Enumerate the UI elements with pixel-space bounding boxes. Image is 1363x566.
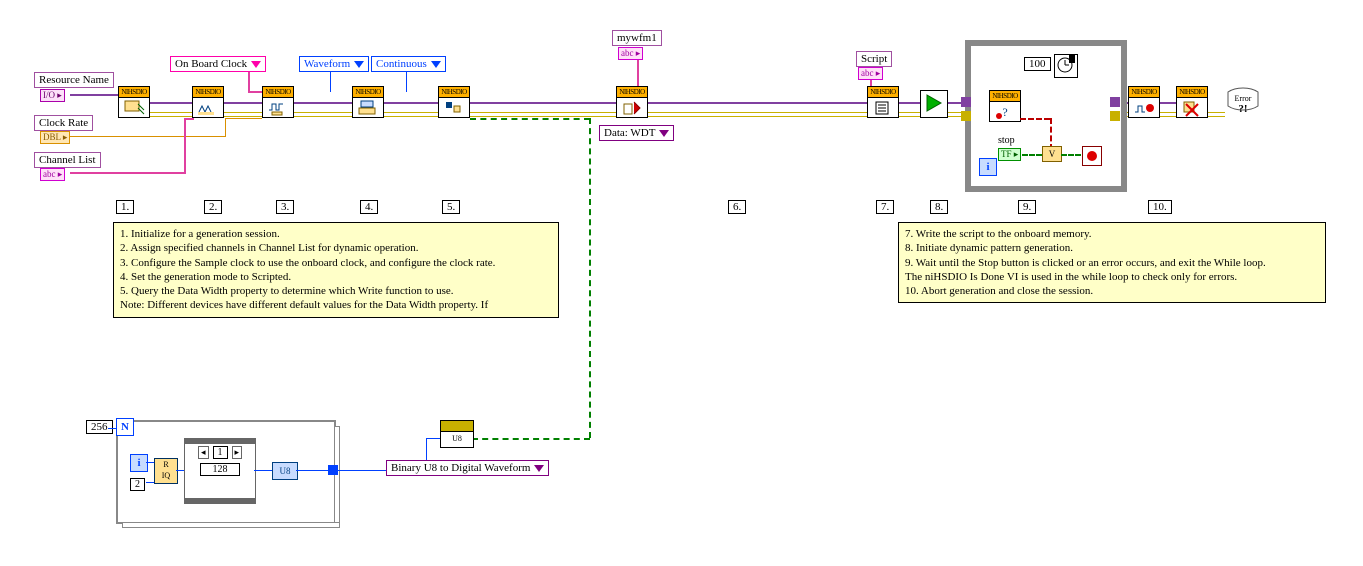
- waveform-ring[interactable]: Waveform: [299, 56, 369, 72]
- svg-text:Error: Error: [1235, 94, 1252, 103]
- binary-convert-selector[interactable]: Binary U8 to Digital Waveform: [386, 460, 549, 476]
- close-vi[interactable]: NIHSDIO: [1176, 86, 1208, 118]
- clock-rate-label: Clock Rate: [34, 115, 93, 131]
- step-10: 10.: [1148, 200, 1172, 214]
- mywfm1-terminal[interactable]: abc ▸: [618, 47, 643, 60]
- stop-terminal[interactable]: TF ▸: [998, 148, 1021, 161]
- data-wdt-selector[interactable]: Data: WDT: [599, 125, 674, 141]
- abort-vi[interactable]: NIHSDIO: [1128, 86, 1160, 118]
- script-terminal[interactable]: abc ▸: [858, 67, 883, 80]
- n-constant[interactable]: 256: [86, 420, 113, 434]
- assign-channels-vi[interactable]: NIHSDIO: [192, 86, 224, 118]
- resource-name-terminal[interactable]: I/O ▸: [40, 89, 65, 102]
- write-script-vi[interactable]: NIHSDIO: [867, 86, 899, 118]
- while-tunnel-out-ref: [1110, 97, 1120, 107]
- channel-list-label: Channel List: [34, 152, 101, 168]
- mywfm1-label: mywfm1: [612, 30, 662, 46]
- quotient-remainder-vi[interactable]: RIQ: [154, 458, 178, 484]
- case-structure[interactable]: ◂ 1 ▸ 128: [184, 438, 256, 504]
- stop-label: stop: [998, 135, 1015, 146]
- wait-ms-constant[interactable]: 100: [1024, 57, 1051, 71]
- n-terminal: N: [116, 418, 134, 436]
- notes-left: 1. Initialize for a generation session. …: [113, 222, 559, 318]
- error-handler-vi[interactable]: Error?!: [1226, 88, 1260, 118]
- step-6: 6.: [728, 200, 746, 214]
- while-iteration-terminal: i: [979, 158, 997, 176]
- step-1: 1.: [116, 200, 134, 214]
- channel-list-terminal[interactable]: abc ▸: [40, 168, 65, 181]
- continuous-ring[interactable]: Continuous: [371, 56, 446, 72]
- step-2: 2.: [204, 200, 222, 214]
- data-width-prop-vi[interactable]: NIHSDIO: [438, 86, 470, 118]
- while-tunnel-in-ref: [961, 97, 971, 107]
- for-i-terminal: i: [130, 454, 148, 472]
- binary-u8-to-waveform-vi[interactable]: U8: [440, 420, 474, 448]
- or-gate[interactable]: V: [1042, 146, 1062, 162]
- notes-right: 7. Write the script to the onboard memor…: [898, 222, 1326, 303]
- svg-text:?!: ?!: [1238, 103, 1247, 115]
- generation-mode-vi[interactable]: NIHSDIO: [352, 86, 384, 118]
- step-4: 4.: [360, 200, 378, 214]
- u8-cast[interactable]: U8: [272, 462, 298, 480]
- step-3: 3.: [276, 200, 294, 214]
- while-stop-terminal: [1082, 146, 1102, 166]
- is-done-vi[interactable]: NIHSDIO?: [989, 90, 1021, 122]
- script-label: Script: [856, 51, 892, 67]
- divisor-constant[interactable]: 2: [130, 478, 145, 491]
- step-9: 9.: [1018, 200, 1036, 214]
- configure-clock-vi[interactable]: NIHSDIO: [262, 86, 294, 118]
- resource-name-label: Resource Name: [34, 72, 114, 88]
- step-7: 7.: [876, 200, 894, 214]
- initiate-vi[interactable]: [920, 90, 948, 118]
- init-vi[interactable]: NIHSDIO: [118, 86, 150, 118]
- case-constant[interactable]: 128: [200, 463, 240, 476]
- while-tunnel-out-err: [1110, 111, 1120, 121]
- wait-ms-vi[interactable]: [1054, 54, 1078, 78]
- step-5: 5.: [442, 200, 460, 214]
- while-tunnel-in-err: [961, 111, 971, 121]
- on-board-clock-ring[interactable]: On Board Clock: [170, 56, 266, 72]
- write-wfm-vi[interactable]: NIHSDIO: [616, 86, 648, 118]
- clock-rate-terminal[interactable]: DBL ▸: [40, 131, 70, 144]
- step-8: 8.: [930, 200, 948, 214]
- svg-text:?: ?: [1002, 105, 1007, 119]
